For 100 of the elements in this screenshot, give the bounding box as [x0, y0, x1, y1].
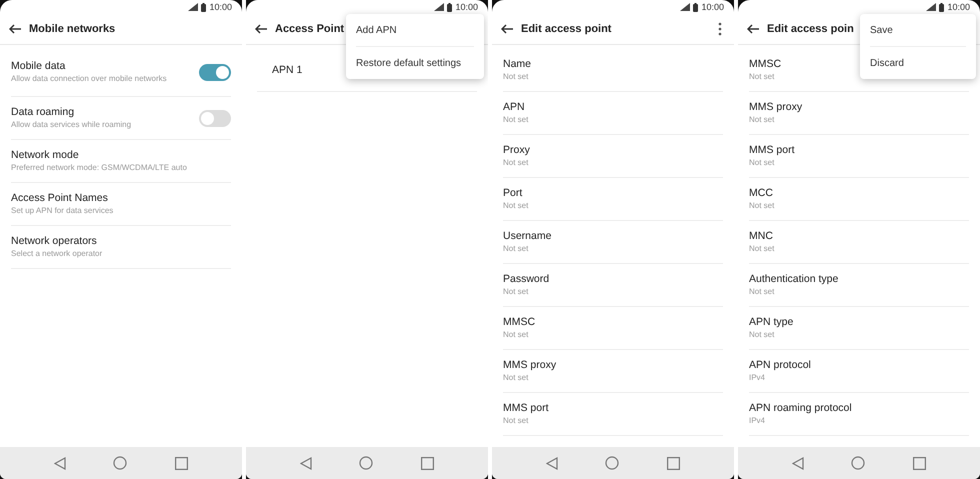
- status-time: 10:00: [455, 2, 478, 12]
- setting-summary: Preferred network mode: GSM/WCDMA/LTE auto: [11, 162, 187, 174]
- menu-item[interactable]: Restore default settings: [356, 47, 474, 79]
- settings-row[interactable]: Proxy Not set: [503, 135, 723, 178]
- signal-icon: [434, 3, 444, 11]
- setting-summary: Set up APN for data services: [11, 206, 114, 216]
- recent-apps-icon[interactable]: [421, 456, 434, 470]
- settings-row[interactable]: Authentication type Not set: [749, 264, 969, 307]
- settings-row[interactable]: MCC Not set: [749, 178, 969, 221]
- setting-summary: Not set: [503, 158, 528, 168]
- toggle-switch[interactable]: [199, 110, 231, 126]
- status-time: 10:00: [947, 2, 970, 12]
- recent-apps-icon[interactable]: [175, 456, 188, 470]
- menu-item[interactable]: Discard: [870, 47, 966, 79]
- settings-row[interactable]: APN protocol IPv4: [749, 350, 969, 393]
- setting-title: APN type: [749, 316, 794, 328]
- setting-title: APN 1: [272, 64, 302, 76]
- setting-title: MMS port: [503, 402, 549, 414]
- back-arrow-icon[interactable]: [747, 24, 759, 34]
- setting-summary: Not set: [503, 244, 528, 254]
- setting-summary: Not set: [749, 114, 774, 126]
- battery-icon: [201, 2, 206, 12]
- screen-title: Edit access poin: [767, 23, 854, 35]
- setting-title: Mobile data: [11, 60, 66, 72]
- setting-summary: Not set: [503, 114, 528, 126]
- setting-title: APN: [503, 100, 525, 113]
- settings-row[interactable]: Network operators Select a network operator: [11, 226, 231, 269]
- settings-row[interactable]: MMS proxy Not set: [749, 92, 969, 135]
- settings-row[interactable]: APN roaming protocol IPv4: [749, 393, 969, 436]
- back-arrow-icon[interactable]: [255, 24, 267, 34]
- home-icon[interactable]: [359, 456, 374, 470]
- settings-row[interactable]: MMS port Not set: [503, 393, 723, 436]
- setting-title: Port: [503, 186, 522, 199]
- setting-summary: IPv4: [749, 416, 766, 426]
- home-icon[interactable]: [113, 456, 128, 470]
- setting-title: Name: [503, 58, 532, 70]
- setting-summary: Not set: [503, 416, 528, 426]
- status-time: 10:00: [209, 2, 232, 12]
- setting-title: Authentication type: [749, 272, 838, 285]
- back-icon[interactable]: [300, 456, 312, 470]
- back-icon[interactable]: [792, 456, 804, 470]
- setting-summary: Not set: [503, 72, 528, 82]
- setting-title: MMS proxy: [749, 100, 802, 113]
- settings-row[interactable]: Port Not set: [503, 178, 723, 221]
- settings-row[interactable]: MNC Not set: [749, 221, 969, 264]
- settings-row[interactable]: Mobile data Allow data connection over mobile networks: [11, 49, 231, 97]
- toggle-switch[interactable]: [199, 64, 231, 81]
- settings-row[interactable]: Username Not set: [503, 221, 723, 264]
- more-options-icon[interactable]: [718, 22, 722, 36]
- signal-icon: [680, 3, 690, 11]
- recent-apps-icon[interactable]: [667, 456, 680, 470]
- setting-summary: Allow data connection over mobile networks: [11, 74, 167, 85]
- setting-summary: Not set: [749, 244, 774, 254]
- setting-summary: Not set: [503, 200, 528, 212]
- setting-summary: Allow data services while roaming: [11, 120, 132, 130]
- setting-title: MCC: [749, 186, 773, 199]
- setting-summary: Not set: [749, 286, 774, 298]
- settings-row[interactable]: APN Not set: [503, 92, 723, 135]
- menu-item[interactable]: Add APN: [356, 14, 474, 47]
- back-icon[interactable]: [54, 456, 66, 470]
- setting-title: Data roaming: [11, 106, 74, 118]
- setting-summary: Not set: [503, 372, 528, 384]
- settings-row[interactable]: Network mode Preferred network mode: GSM/WCDMA/LTE auto: [11, 140, 231, 183]
- back-arrow-icon[interactable]: [9, 24, 21, 34]
- signal-icon: [188, 3, 198, 11]
- settings-row[interactable]: APN type Not set: [749, 307, 969, 350]
- setting-summary: Not set: [749, 330, 774, 340]
- setting-title: APN roaming protocol: [749, 402, 852, 414]
- battery-icon: [447, 2, 452, 12]
- settings-row[interactable]: Access Point Names Set up APN for data services: [11, 183, 231, 226]
- status-time: 10:00: [701, 2, 724, 12]
- home-icon[interactable]: [851, 456, 866, 470]
- setting-title: MNC: [749, 230, 773, 242]
- settings-row[interactable]: MMS proxy Not set: [503, 350, 723, 393]
- setting-title: MMSC: [503, 316, 536, 328]
- setting-title: APN protocol: [749, 358, 811, 371]
- setting-title: Password: [503, 272, 550, 285]
- setting-summary: Not set: [749, 158, 774, 168]
- setting-title: MMS proxy: [503, 358, 556, 371]
- settings-row[interactable]: Name Not set: [503, 49, 723, 92]
- back-arrow-icon[interactable]: [501, 24, 513, 34]
- battery-icon: [693, 2, 698, 12]
- screen-title: Mobile networks: [29, 23, 116, 35]
- battery-icon: [939, 2, 944, 12]
- settings-row[interactable]: Data roaming Allow data services while roaming: [11, 97, 231, 140]
- setting-summary: Not set: [503, 330, 528, 340]
- setting-summary: Select a network operator: [11, 248, 102, 260]
- signal-icon: [926, 3, 936, 11]
- screen-title: Edit access point: [521, 23, 612, 35]
- setting-title: Access Point Names: [11, 192, 108, 204]
- menu-item[interactable]: Save: [870, 14, 966, 47]
- settings-row[interactable]: MMSC Not set: [503, 307, 723, 350]
- settings-row[interactable]: MMS port Not set: [749, 135, 969, 178]
- recent-apps-icon[interactable]: [913, 456, 926, 470]
- back-icon[interactable]: [546, 456, 558, 470]
- home-icon[interactable]: [605, 456, 620, 470]
- settings-row[interactable]: Password Not set: [503, 264, 723, 307]
- setting-title: Network operators: [11, 234, 97, 247]
- setting-title: Username: [503, 230, 552, 242]
- screen-title: Access Point: [275, 23, 344, 35]
